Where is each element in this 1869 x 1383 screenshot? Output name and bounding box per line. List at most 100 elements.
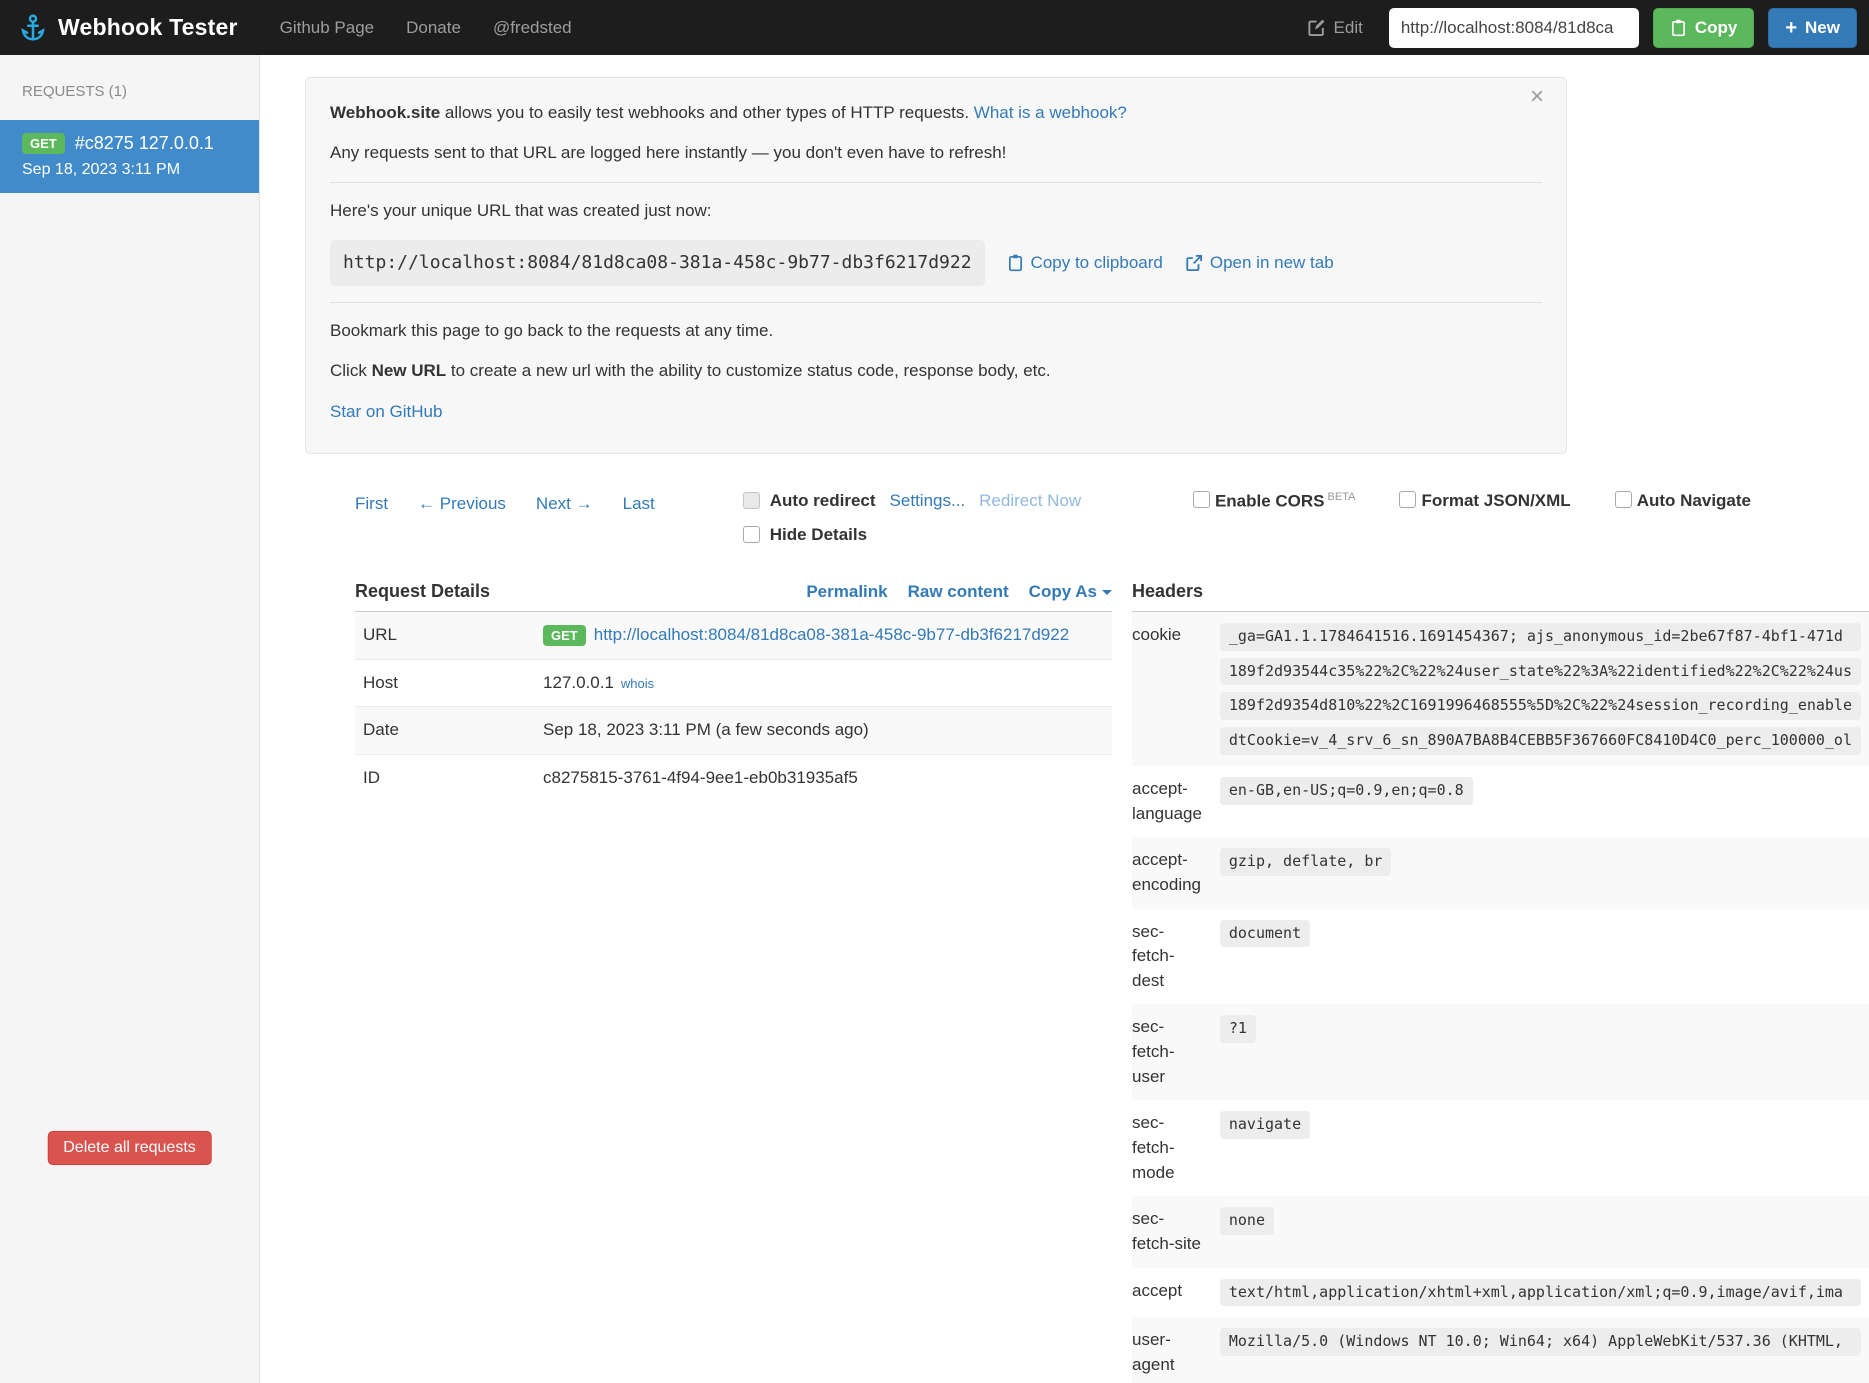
table-row: accepttext/html,application/xhtml+xml,ap… — [1132, 1268, 1869, 1318]
nav-link-0[interactable]: Github Page — [280, 18, 375, 38]
anchor-icon — [18, 13, 48, 43]
request-details-section: Request Details Permalink Raw content Co… — [355, 581, 1112, 1383]
auto-navigate-checkbox[interactable] — [1615, 491, 1632, 508]
header-value: navigate — [1212, 1100, 1869, 1196]
pagination-link-1[interactable]: ← Previous — [418, 494, 506, 514]
hide-details-label: Hide Details — [770, 525, 867, 545]
enable-cors-checkbox[interactable] — [1193, 491, 1210, 508]
unique-url-code: http://localhost:8084/81d8ca08-381a-458c… — [330, 240, 985, 286]
detail-value-text: 127.0.0.1 — [543, 673, 614, 692]
table-row: sec-fetch-user?1 — [1132, 1004, 1869, 1100]
header-value-chip: en-GB,en-US;q=0.9,en;q=0.8 — [1220, 777, 1473, 805]
new-url-hint: Click New URL to create a new url with t… — [330, 358, 1542, 384]
request-title: #c8275 127.0.0.1 — [75, 133, 214, 154]
chevron-down-icon — [1102, 590, 1112, 595]
controls-row: First ← Previous Next → Last Auto redirect … — [355, 491, 1869, 545]
table-row: accept-encoding gzip, deflate, br — [1132, 837, 1869, 908]
copy-url-button[interactable]: Copy — [1653, 8, 1755, 48]
nav-link-2[interactable]: @fredsted — [493, 18, 572, 38]
request-timestamp: Sep 18, 2023 3:11 PM — [22, 161, 237, 179]
request-details-table: URLGEThttp://localhost:8084/81d8ca08-381… — [355, 612, 1112, 802]
format-json-xml-checkbox[interactable] — [1399, 491, 1416, 508]
headers-heading: Headers — [1132, 581, 1203, 602]
auto-redirect-label: Auto redirect — [770, 491, 876, 511]
header-label: sec-fetch-user — [1132, 1004, 1212, 1100]
main-content: × Webhook.site allows you to easily test… — [260, 55, 1869, 1383]
nav-links: Github Page Donate @fredsted — [280, 18, 572, 38]
detail-value: GET http://localhost:8084/81d8ca08-381a-4… — [535, 612, 1112, 659]
table-row: Host 127.0.0.1 whois — [355, 659, 1112, 707]
delete-all-requests-button[interactable]: Delete all requests — [47, 1131, 212, 1165]
header-label: accept — [1132, 1268, 1212, 1318]
hide-details-checkbox[interactable] — [743, 526, 760, 543]
header-value-chip: none — [1220, 1207, 1274, 1235]
table-row: sec-fetch-modenavigate — [1132, 1100, 1869, 1196]
header-label: sec-fetch-dest — [1132, 909, 1212, 1005]
toggle-controls: Enable CORSBETA Format JSON/XML Auto Nav… — [1193, 491, 1751, 512]
header-value-chip: navigate — [1220, 1111, 1310, 1139]
nav-link-1[interactable]: Donate — [406, 18, 461, 38]
intro-panel: × Webhook.site allows you to easily test… — [305, 77, 1567, 454]
table-row: DateSep 18, 2023 3:11 PM (a few seconds … — [355, 707, 1112, 755]
divider — [330, 302, 1542, 303]
format-json-xml-label: Format JSON/XML — [1421, 491, 1570, 511]
table-row: sec-fetch-sitenone — [1132, 1196, 1869, 1267]
header-value-chip: gzip, deflate, br — [1220, 848, 1392, 876]
copy-to-clipboard-link[interactable]: Copy to clipboard — [1007, 250, 1163, 276]
header-label: user-agent — [1132, 1317, 1212, 1383]
table-row: user-agent Mozilla/5.0 (Windows NT 10.0; … — [1132, 1317, 1869, 1383]
brand[interactable]: Webhook Tester — [18, 13, 238, 43]
detail-value: Sep 18, 2023 3:11 PM (a few seconds ago) — [535, 707, 1112, 755]
edit-icon — [1307, 18, 1326, 37]
plus-icon: + — [1785, 18, 1797, 38]
raw-content-link[interactable]: Raw content — [908, 582, 1009, 602]
divider — [330, 182, 1542, 183]
table-row: sec-fetch-dest document — [1132, 909, 1869, 1005]
permalink-link[interactable]: Permalink — [806, 582, 887, 602]
clipboard-icon — [1007, 253, 1024, 272]
detail-value-text: Sep 18, 2023 3:11 PM (a few seconds ago) — [543, 720, 869, 739]
header-label: cookie — [1132, 612, 1212, 766]
whois-link[interactable]: whois — [621, 676, 654, 691]
settings-link[interactable]: Settings... — [890, 491, 966, 511]
header-value-chip: document — [1220, 920, 1310, 948]
request-details-heading: Request Details — [355, 581, 490, 602]
header-value-chip: dtCookie=v_4_srv_6_sn_890A7BA8B4CEBB5F36… — [1220, 727, 1861, 755]
header-value: _ga=GA1.1.1784641516.1691454367; ajs_ano… — [1212, 612, 1869, 766]
table-row: accept-language en-GB,en-US;q=0.9,en;q=0.… — [1132, 766, 1869, 837]
header-label: accept-encoding — [1132, 837, 1212, 908]
header-value-chip: Mozilla/5.0 (Windows NT 10.0; Win64; x64… — [1220, 1328, 1861, 1356]
edit-label: Edit — [1334, 18, 1363, 38]
request-url-link[interactable]: http://localhost:8084/81d8ca08-381a-458c… — [594, 625, 1069, 644]
app-title: Webhook Tester — [58, 14, 238, 41]
open-in-new-tab-link[interactable]: Open in new tab — [1185, 250, 1334, 276]
request-list-item[interactable]: GET #c8275 127.0.0.1 Sep 18, 2023 3:11 P… — [0, 120, 259, 193]
redirect-now-link[interactable]: Redirect Now — [979, 491, 1081, 511]
clipboard-icon — [1670, 18, 1687, 37]
header-value: Mozilla/5.0 (Windows NT 10.0; Win64; x64… — [1212, 1317, 1869, 1383]
navbar-right: Edit Copy + New — [1307, 8, 1857, 48]
edit-button[interactable]: Edit — [1307, 18, 1363, 38]
header-label: accept-language — [1132, 766, 1212, 837]
pagination-link-0[interactable]: First — [355, 494, 388, 514]
enable-cors-label: Enable CORSBETA — [1215, 491, 1356, 512]
new-url-button[interactable]: + New — [1768, 8, 1857, 48]
auto-navigate-label: Auto Navigate — [1637, 491, 1751, 511]
header-value: text/html,application/xhtml+xml,applicat… — [1212, 1268, 1869, 1318]
detail-label: Host — [355, 659, 535, 707]
webhook-url-input[interactable] — [1389, 8, 1639, 48]
method-badge: GET — [543, 625, 586, 646]
auto-redirect-checkbox[interactable] — [743, 492, 760, 509]
header-value-chip: 189f2d9354d810%22%2C1691996468555%5D%2C%… — [1220, 692, 1861, 720]
intro-line1: Webhook.site allows you to easily test w… — [330, 100, 1542, 126]
what-is-webhook-link[interactable]: What is a webhook? — [974, 103, 1127, 122]
table-row: IDc8275815-3761-4f94-9ee1-eb0b31935af5 — [355, 754, 1112, 801]
close-icon[interactable]: × — [1524, 84, 1550, 110]
star-on-github-link[interactable]: Star on GitHub — [330, 402, 442, 421]
headers-section: Headers cookie_ga=GA1.1.1784641516.16914… — [1132, 581, 1869, 1383]
redirect-controls: Auto redirect Settings... Redirect Now H… — [743, 491, 1081, 545]
copy-as-dropdown[interactable]: Copy As — [1029, 582, 1112, 602]
table-row: cookie_ga=GA1.1.1784641516.1691454367; a… — [1132, 612, 1869, 766]
pagination-link-2[interactable]: Next → — [536, 494, 593, 514]
pagination-link-3[interactable]: Last — [623, 494, 655, 514]
